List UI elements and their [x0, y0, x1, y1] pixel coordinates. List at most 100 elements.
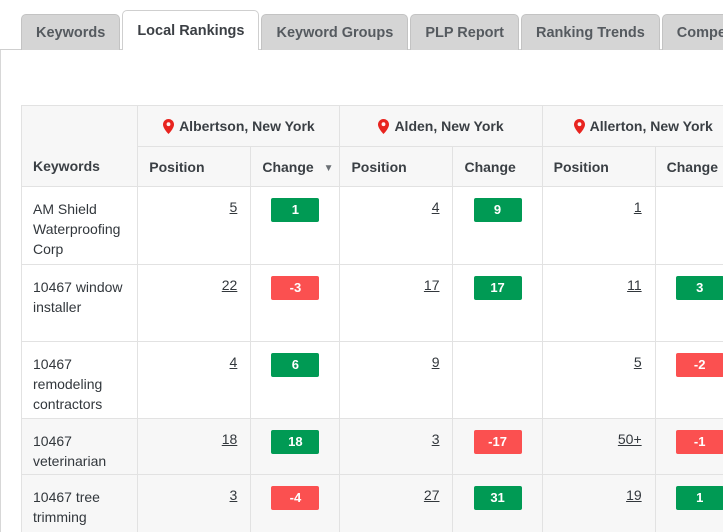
location-header-alden: Alden, New York — [339, 105, 543, 147]
change-badge: -1 — [675, 430, 723, 454]
table-row: 10467 remodeling contractors 4 6 9 5 -2 … — [21, 341, 723, 419]
map-pin-icon — [378, 119, 390, 134]
header-position-alden[interactable]: Position — [339, 146, 454, 187]
location-name: Alden, New York — [394, 118, 504, 134]
tab-local-rankings[interactable]: Local Rankings — [122, 10, 260, 50]
change-cell — [654, 186, 723, 265]
position-cell[interactable]: 4 — [339, 186, 454, 265]
header-change-allerton[interactable]: Change — [654, 146, 723, 187]
tab-competitors[interactable]: Competitors — [661, 14, 723, 50]
map-pin-icon — [163, 119, 175, 134]
position-link[interactable]: 9 — [432, 354, 440, 370]
location-name: Allerton, New York — [589, 118, 713, 134]
change-badge: 6 — [271, 353, 320, 377]
location-header-albertson: Albertson, New York — [137, 105, 341, 147]
change-badge: -4 — [271, 486, 320, 510]
sort-descending-icon: ▼ — [323, 162, 334, 174]
map-pin-icon — [573, 119, 585, 134]
change-cell: 3 — [654, 264, 723, 342]
position-cell[interactable]: 50+ — [541, 418, 656, 475]
position-cell[interactable]: 3 — [137, 474, 252, 532]
position-link[interactable]: 50+ — [618, 431, 642, 447]
header-change-albertson[interactable]: Change ▼ — [250, 146, 341, 187]
position-cell[interactable]: 1 — [541, 186, 656, 265]
header-position-albertson[interactable]: Position — [137, 146, 252, 187]
header-change-label: Change — [262, 158, 314, 175]
position-cell[interactable]: 18 — [137, 418, 252, 475]
change-badge: 1 — [675, 486, 723, 510]
column-header-row: Keywords Position Change ▼ Position Chang… — [21, 146, 723, 187]
position-cell[interactable]: 22 — [137, 264, 252, 342]
keyword-cell: 10467 veterinarian — [21, 418, 139, 475]
corner-cell — [21, 105, 139, 147]
rankings-table-container: Albertson, New York Alden, New York Alle… — [21, 105, 723, 532]
change-cell: 18 — [250, 418, 341, 475]
position-link[interactable]: 4 — [432, 199, 440, 215]
position-link[interactable]: 18 — [222, 431, 238, 447]
table-row: 10467 window installer 22 -3 17 17 11 3 … — [21, 264, 723, 342]
position-link[interactable]: 22 — [222, 277, 238, 293]
header-keywords[interactable]: Keywords — [21, 146, 139, 187]
change-badge: -17 — [473, 430, 522, 454]
change-cell: -3 — [250, 264, 341, 342]
change-cell: 6 — [250, 341, 341, 419]
tab-plp-report[interactable]: PLP Report — [410, 14, 520, 50]
change-cell: -4 — [250, 474, 341, 532]
position-cell[interactable]: 4 — [137, 341, 252, 419]
keyword-cell: 10467 tree trimming — [21, 474, 139, 532]
change-badge: 17 — [473, 276, 522, 300]
change-badge: -3 — [271, 276, 320, 300]
keyword-cell: AM Shield Waterproofing Corp — [21, 186, 139, 265]
position-link[interactable]: 17 — [424, 277, 440, 293]
position-cell[interactable]: 3 — [339, 418, 454, 475]
change-badge: -2 — [675, 353, 723, 377]
table-body: AM Shield Waterproofing Corp 5 1 4 9 1 1… — [21, 186, 723, 532]
header-change-alden[interactable]: Change — [452, 146, 543, 187]
position-link[interactable]: 1 — [634, 199, 642, 215]
position-link[interactable]: 3 — [230, 487, 238, 503]
change-cell: -2 — [654, 341, 723, 419]
change-cell: -17 — [452, 418, 543, 475]
change-badge: 3 — [675, 276, 723, 300]
tab-keywords[interactable]: Keywords — [21, 14, 121, 50]
position-link[interactable]: 5 — [634, 354, 642, 370]
change-badge: 18 — [271, 430, 320, 454]
position-link[interactable]: 3 — [432, 431, 440, 447]
keyword-cell: 10467 window installer — [21, 264, 139, 342]
change-cell — [452, 341, 543, 419]
change-cell: 1 — [654, 474, 723, 532]
change-cell: 31 — [452, 474, 543, 532]
position-cell[interactable]: 27 — [339, 474, 454, 532]
tab-ranking-trends[interactable]: Ranking Trends — [521, 14, 660, 50]
position-cell[interactable]: 17 — [339, 264, 454, 342]
change-badge: 31 — [473, 486, 522, 510]
position-cell[interactable]: 9 — [339, 341, 454, 419]
header-position-allerton[interactable]: Position — [541, 146, 656, 187]
change-cell: 9 — [452, 186, 543, 265]
position-link[interactable]: 19 — [626, 487, 642, 503]
change-cell: 1 — [250, 186, 341, 265]
table-head: Albertson, New York Alden, New York Alle… — [21, 105, 723, 187]
position-link[interactable]: 27 — [424, 487, 440, 503]
change-badge: 9 — [473, 198, 522, 222]
keyword-cell: 10467 remodeling contractors — [21, 341, 139, 419]
tab-keyword-groups[interactable]: Keyword Groups — [261, 14, 409, 50]
location-name: Albertson, New York — [179, 118, 315, 134]
position-cell[interactable]: 5 — [541, 341, 656, 419]
position-cell[interactable]: 5 — [137, 186, 252, 265]
change-cell: -1 — [654, 418, 723, 475]
position-link[interactable]: 4 — [230, 354, 238, 370]
change-badge: 1 — [271, 198, 320, 222]
change-cell: 17 — [452, 264, 543, 342]
table-row: 10467 tree trimming 3 -4 27 31 19 1 22 — [21, 474, 723, 532]
position-link[interactable]: 11 — [627, 277, 642, 293]
position-cell[interactable]: 19 — [541, 474, 656, 532]
location-header-allerton: Allerton, New York — [541, 105, 723, 147]
table-row: AM Shield Waterproofing Corp 5 1 4 9 1 — [21, 186, 723, 265]
position-cell[interactable]: 11 — [541, 264, 656, 342]
rankings-table: Albertson, New York Alden, New York Alle… — [21, 105, 723, 532]
local-rankings-screen: Keywords Local Rankings Keyword Groups P… — [0, 0, 723, 532]
table-row: 10467 veterinarian 18 18 3 -17 50+ -1 8 — [21, 418, 723, 475]
location-header-row: Albertson, New York Alden, New York Alle… — [21, 105, 723, 147]
position-link[interactable]: 5 — [230, 199, 238, 215]
